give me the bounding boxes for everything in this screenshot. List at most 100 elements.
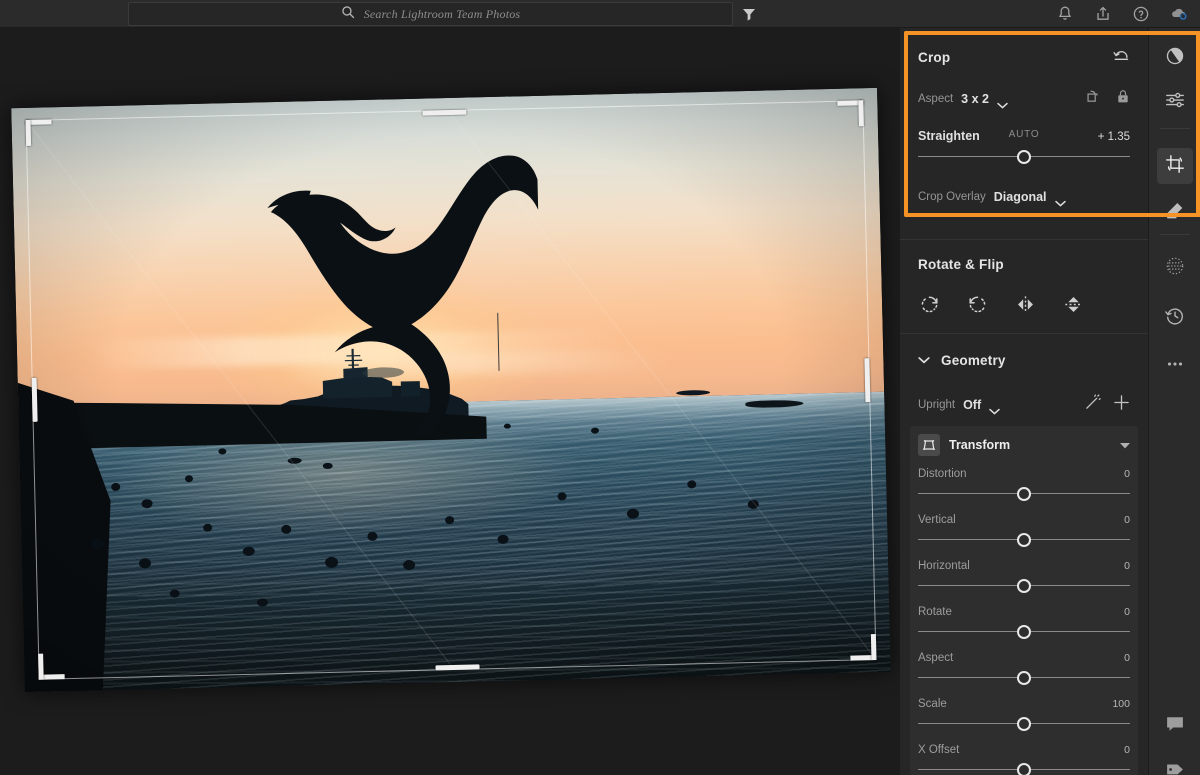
- transform-header[interactable]: Transform: [918, 434, 1130, 456]
- slider-control[interactable]: [918, 717, 1130, 731]
- sidebar-item-more-options[interactable]: [1157, 348, 1193, 384]
- crop-overlay-label: Crop Overlay: [918, 191, 986, 203]
- crop-handle-bottom-center[interactable]: [435, 664, 479, 670]
- rotate-counterclockwise-icon[interactable]: [966, 293, 989, 321]
- transform-slider-vertical[interactable]: Vertical0: [918, 514, 1130, 547]
- sidebar-item-comments[interactable]: [1157, 708, 1193, 744]
- sidebar-item-keywords[interactable]: [1157, 752, 1193, 775]
- aspect-label: Aspect: [918, 93, 953, 105]
- slider-control[interactable]: [918, 487, 1130, 501]
- slider-control[interactable]: [918, 671, 1130, 685]
- edit-sliders-icon: [1164, 89, 1186, 116]
- help-question-icon[interactable]: [1132, 5, 1150, 23]
- photo-crop-frame[interactable]: [11, 88, 891, 692]
- cloud-sync-icon[interactable]: [1170, 5, 1188, 23]
- slider-value: 0: [1124, 606, 1130, 618]
- rotate-aspect-icon[interactable]: [1086, 89, 1101, 109]
- flip-horizontal-icon[interactable]: [1014, 293, 1037, 321]
- sidebar-item-history[interactable]: [1157, 300, 1193, 336]
- slider-control[interactable]: [918, 625, 1130, 639]
- top-right-actions: [1056, 0, 1194, 28]
- crop-handle-top-center[interactable]: [422, 110, 466, 116]
- slider-knob[interactable]: [1017, 763, 1031, 775]
- rail-divider-2: [1160, 234, 1190, 235]
- masking-icon: [1164, 255, 1186, 282]
- photo-canvas[interactable]: [0, 28, 900, 775]
- chevron-down-icon[interactable]: [989, 402, 1000, 409]
- healing-brush-icon: [1164, 199, 1186, 226]
- search-placeholder-text: Search Lightroom Team Photos: [364, 7, 521, 22]
- straighten-slider-knob[interactable]: [1017, 150, 1031, 164]
- magic-wand-icon[interactable]: [1084, 394, 1101, 416]
- slider-value: 0: [1124, 560, 1130, 572]
- lock-closed-icon[interactable]: [1116, 89, 1130, 109]
- slider-knob[interactable]: [1017, 625, 1031, 639]
- upright-label: Upright: [918, 399, 955, 411]
- transform-slider-distortion[interactable]: Distortion0: [918, 468, 1130, 501]
- reset-undo-icon[interactable]: [1113, 48, 1130, 67]
- slider-label: Horizontal: [918, 560, 970, 572]
- sidebar-item-healing-brush[interactable]: [1157, 194, 1193, 230]
- chevron-down-small-icon[interactable]: [1120, 436, 1130, 454]
- sidebar-item-presets-edit[interactable]: [1157, 40, 1193, 76]
- straighten-value: + 1.35: [1098, 131, 1130, 143]
- slider-knob[interactable]: [1017, 579, 1031, 593]
- crop-overlay-value[interactable]: Diagonal: [994, 190, 1047, 204]
- slider-label: Scale: [918, 698, 947, 710]
- slider-knob[interactable]: [1017, 671, 1031, 685]
- share-upload-icon[interactable]: [1094, 5, 1112, 23]
- crop-section-highlight-right-edge: [1196, 31, 1200, 217]
- crop-handle-left-center[interactable]: [32, 378, 38, 422]
- sidebar-item-crop-tool[interactable]: [1157, 148, 1193, 184]
- sidebar-item-edit-sliders[interactable]: [1157, 84, 1193, 120]
- presets-edit-icon: [1164, 45, 1186, 72]
- top-toolbar: Search Lightroom Team Photos: [0, 0, 1200, 28]
- crop-panel-section: Crop Aspect 3 x 2: [900, 28, 1148, 216]
- rotate-flip-section: Rotate & Flip: [900, 257, 1148, 321]
- slider-label: X Offset: [918, 744, 959, 756]
- search-icon: [341, 5, 355, 24]
- aspect-value[interactable]: 3 x 2: [961, 92, 989, 106]
- transform-slider-rotate[interactable]: Rotate 0: [918, 606, 1130, 639]
- flip-vertical-icon[interactable]: [1062, 293, 1085, 321]
- perspective-transform-icon: [918, 434, 940, 456]
- upright-value[interactable]: Off: [963, 398, 981, 412]
- filter-funnel-icon[interactable]: [740, 5, 758, 23]
- slider-control[interactable]: [918, 579, 1130, 593]
- sidebar-item-masking[interactable]: [1157, 250, 1193, 286]
- rotate-clockwise-icon[interactable]: [918, 293, 941, 321]
- slider-value: 0: [1124, 744, 1130, 756]
- bell-icon[interactable]: [1056, 5, 1074, 23]
- straighten-slider[interactable]: [918, 150, 1130, 164]
- transform-title: Transform: [949, 438, 1111, 452]
- search-input[interactable]: Search Lightroom Team Photos: [128, 2, 733, 26]
- lightroom-window: Search Lightroom Team Photos: [0, 0, 1200, 775]
- slider-knob[interactable]: [1017, 717, 1031, 731]
- transform-slider-aspect[interactable]: Aspect 0: [918, 652, 1130, 685]
- slider-control[interactable]: [918, 763, 1130, 775]
- geometry-section: Geometry Upright Off: [900, 351, 1148, 416]
- slider-value: 0: [1124, 468, 1130, 480]
- keywords-tag-icon: [1164, 757, 1186, 775]
- slider-label: Rotate: [918, 606, 952, 618]
- guided-upright-cross-icon[interactable]: [1113, 394, 1130, 416]
- transform-slider-scale[interactable]: Scale100: [918, 698, 1130, 731]
- crop-handle-right-center[interactable]: [864, 358, 870, 402]
- chevron-down-icon[interactable]: [918, 351, 930, 369]
- more-options-icon: [1164, 353, 1186, 380]
- chevron-down-icon[interactable]: [997, 96, 1008, 103]
- rail-divider-1: [1160, 128, 1190, 129]
- comments-icon: [1164, 713, 1186, 740]
- rotate-flip-title: Rotate & Flip: [918, 257, 1130, 272]
- transform-slider-x-offset[interactable]: X Offset 0: [918, 744, 1130, 775]
- panel-divider-2: [900, 333, 1148, 334]
- panel-divider-1: [900, 239, 1148, 240]
- slider-value: 0: [1124, 652, 1130, 664]
- straighten-auto-button[interactable]: AUTO: [1009, 129, 1040, 140]
- slider-knob[interactable]: [1017, 487, 1031, 501]
- slider-knob[interactable]: [1017, 533, 1031, 547]
- slider-control[interactable]: [918, 533, 1130, 547]
- slider-label: Aspect: [918, 652, 953, 664]
- transform-slider-horizontal[interactable]: Horizontal 0: [918, 560, 1130, 593]
- chevron-down-icon[interactable]: [1055, 194, 1066, 201]
